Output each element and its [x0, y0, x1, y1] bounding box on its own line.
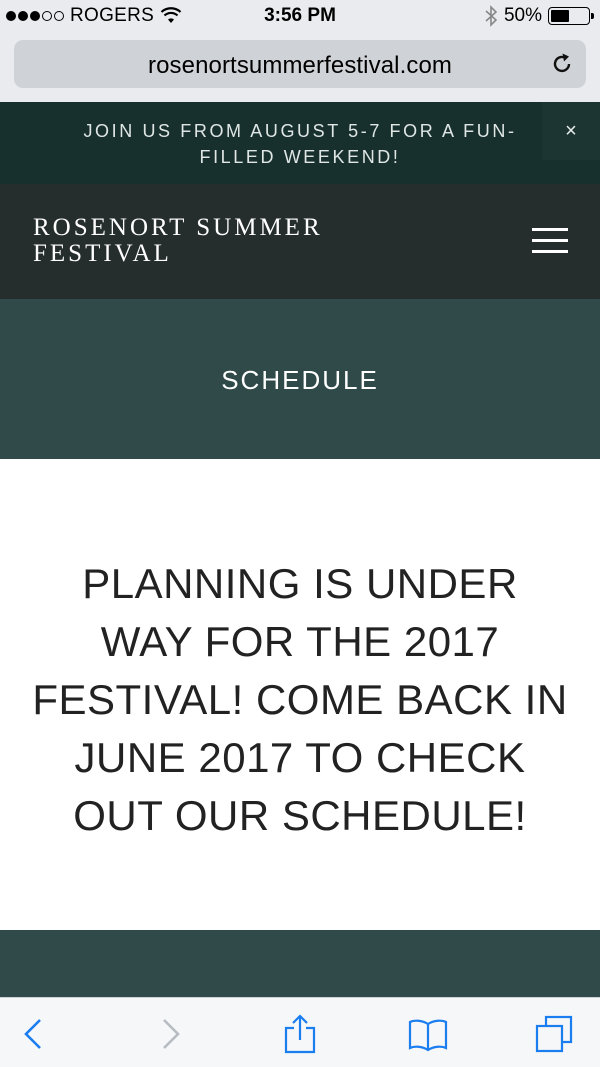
browser-address-area: rosenortsummerfestival.com [0, 34, 600, 102]
forward-icon[interactable] [150, 1014, 190, 1054]
page-banner: SCHEDULE [0, 299, 600, 459]
back-icon[interactable] [14, 1014, 54, 1054]
browser-toolbar [0, 997, 600, 1067]
site-header: ROSENORT SUMMER FESTIVAL [0, 184, 600, 299]
page-title: SCHEDULE [221, 365, 379, 395]
announcement-bar: JOIN US FROM AUGUST 5-7 FOR A FUN-FILLED… [0, 102, 600, 184]
tabs-icon[interactable] [534, 1014, 574, 1054]
planning-message: PLANNING IS UNDER WAY FOR THE 2017 FESTI… [32, 560, 568, 839]
bluetooth-icon [485, 5, 498, 27]
bookmarks-icon[interactable] [408, 1014, 448, 1054]
tabs-button[interactable] [534, 1014, 574, 1054]
lower-section [0, 930, 600, 997]
address-bar[interactable]: rosenortsummerfestival.com [14, 40, 586, 88]
hamburger-menu-icon[interactable] [532, 228, 568, 254]
forward-button[interactable] [150, 1014, 190, 1054]
battery-level [551, 10, 569, 22]
battery-icon [548, 7, 594, 25]
announcement-text: JOIN US FROM AUGUST 5-7 FOR A FUN-FILLED… [83, 121, 517, 167]
bookmarks-button[interactable] [408, 1014, 448, 1054]
status-right: 50% [484, 5, 594, 27]
reload-icon[interactable] [550, 52, 574, 76]
close-icon[interactable]: × [565, 120, 577, 142]
close-announcement-button[interactable]: × [542, 102, 600, 160]
share-icon[interactable] [280, 1014, 320, 1054]
status-bar: ROGERS 3:56 PM 50% [0, 0, 600, 34]
site-title-link[interactable]: ROSENORT SUMMER FESTIVAL [33, 215, 353, 267]
main-content: PLANNING IS UNDER WAY FOR THE 2017 FESTI… [0, 459, 600, 930]
url-text[interactable]: rosenortsummerfestival.com [14, 52, 586, 80]
battery-percentage: 50% [503, 5, 542, 26]
share-button[interactable] [280, 1014, 320, 1054]
back-button[interactable] [14, 1014, 54, 1054]
